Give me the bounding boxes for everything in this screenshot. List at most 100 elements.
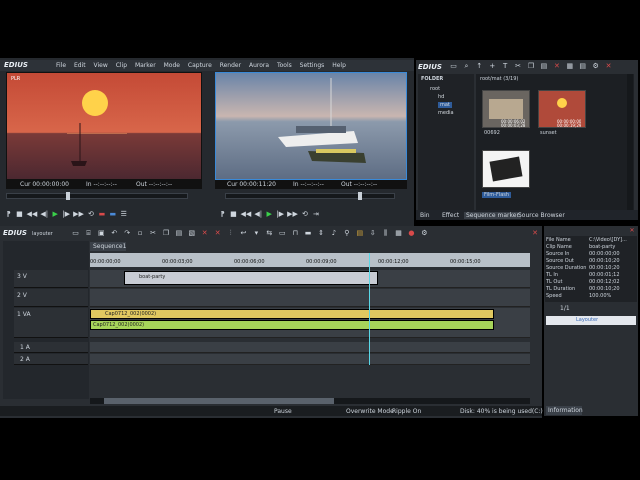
mic-icon[interactable]: ⚲ (341, 229, 352, 238)
track-2a[interactable]: 2 A (14, 354, 88, 365)
lane-2a[interactable] (90, 354, 530, 365)
sequence-tab[interactable]: Sequence1 (90, 242, 126, 251)
tab-sequence-marker[interactable]: Sequence marker (464, 212, 521, 219)
rec-stop-icon[interactable]: ■ (229, 210, 238, 219)
rec-play-icon[interactable]: ▶ (265, 210, 274, 219)
layer-item[interactable]: Layouter (546, 316, 636, 325)
menu-marker[interactable]: Marker (135, 62, 156, 69)
properties-icon[interactable]: ▦ (564, 62, 575, 71)
grid-icon[interactable]: ▦ (393, 229, 404, 238)
recorder-scrub-bar[interactable] (225, 193, 395, 199)
copy-tool-icon[interactable]: ❐ (160, 229, 171, 238)
clip-thumb-00692[interactable]: 00:00:06;02 00:00:03;28 (482, 90, 530, 128)
menu-capture[interactable]: Capture (188, 62, 212, 69)
title-icon[interactable]: T (500, 62, 511, 71)
group-icon[interactable]: ▭ (277, 229, 288, 238)
step-forward-icon[interactable]: |▶ (62, 210, 71, 219)
layout-icon[interactable]: ▬ (303, 229, 314, 238)
mode-icon[interactable]: ↩ (238, 229, 249, 238)
save-icon[interactable]: ▣ (96, 229, 107, 238)
menu-clip[interactable]: Clip (116, 62, 127, 69)
transition-icon[interactable]: ⇕ (316, 229, 327, 238)
rec-loop-icon[interactable]: ⟲ (300, 210, 309, 219)
export-icon[interactable]: ⇩ (367, 229, 378, 238)
split-icon[interactable]: ⫶ (225, 229, 236, 238)
timeline-close-icon[interactable]: ✕ (530, 229, 540, 239)
video-clip[interactable]: Cap0712_002(0002) (90, 309, 494, 319)
track-1va[interactable]: 1 VA (14, 308, 88, 338)
mixer-icon[interactable]: ⫼ (380, 229, 391, 238)
new-sequence-icon[interactable]: ▭ (70, 229, 81, 238)
folder-icon[interactable]: ▭ (448, 62, 459, 71)
record-icon[interactable]: ● (406, 229, 417, 238)
title-clip[interactable]: boat-party (124, 271, 378, 285)
timeline-ruler[interactable]: 00:00:00;00 00:00:03;00 00:00:06;00 00:0… (90, 253, 530, 267)
rec-fast-forward-icon[interactable]: ▶▶ (287, 210, 299, 219)
fast-forward-icon[interactable]: ▶▶ (73, 210, 85, 219)
player-scrub-bar[interactable] (6, 193, 188, 199)
sync-icon[interactable]: ⇆ (264, 229, 275, 238)
set-in-icon[interactable]: ⁋ (4, 210, 13, 219)
playhead[interactable] (369, 253, 370, 365)
loop-icon[interactable]: ⟲ (86, 210, 95, 219)
add-clip-icon[interactable]: + (487, 62, 498, 71)
bin-scrollbar[interactable] (627, 74, 633, 210)
player-monitor[interactable]: PLR (6, 72, 202, 180)
tab-effect[interactable]: Effect (442, 212, 459, 219)
lane-2v[interactable] (90, 289, 530, 307)
paste-tool-icon[interactable]: ▤ (173, 229, 184, 238)
menu-tools[interactable]: Tools (277, 62, 292, 69)
lane-1a[interactable] (90, 342, 530, 353)
track-3v[interactable]: 3 V (14, 270, 88, 288)
menu-icon[interactable]: ☰ (119, 210, 128, 219)
rec-set-in-icon[interactable]: ⁋ (218, 210, 227, 219)
up-icon[interactable]: ↑ (474, 62, 485, 71)
menu-settings[interactable]: Settings (300, 62, 325, 69)
trim-icon[interactable]: ✕ (199, 229, 210, 238)
player-scrub-handle[interactable] (66, 192, 70, 200)
play-icon[interactable]: ▶ (51, 210, 60, 219)
menu-file[interactable]: File (56, 62, 66, 69)
menu-aurora[interactable]: Aurora (249, 62, 269, 69)
render-icon[interactable]: ▤ (354, 229, 365, 238)
tree-root[interactable]: root (430, 86, 440, 92)
menu-edit[interactable]: Edit (74, 62, 86, 69)
delete-tool-icon[interactable]: ▧ (186, 229, 197, 238)
tree-mat[interactable]: mat (438, 102, 452, 108)
menu-render[interactable]: Render (220, 62, 241, 69)
timeline-scrollbar[interactable] (90, 398, 530, 404)
timeline-scroll-thumb[interactable] (104, 398, 334, 404)
snap-icon[interactable]: ⊓ (290, 229, 301, 238)
redo-icon[interactable]: ↷ (122, 229, 133, 238)
rewind-icon[interactable]: ◀◀ (26, 210, 38, 219)
search-icon[interactable]: ⌕ (461, 62, 472, 71)
audio-icon[interactable]: ♪ (328, 229, 339, 238)
overwrite-icon[interactable]: ▬ (108, 210, 117, 219)
track-1a[interactable]: 1 A (14, 342, 88, 353)
recorder-monitor[interactable] (215, 72, 407, 180)
rec-step-back-icon[interactable]: ◀| (254, 210, 263, 219)
menu-help[interactable]: Help (332, 62, 346, 69)
menu-view[interactable]: View (94, 62, 108, 69)
audio-clip[interactable]: Cap0712_002(0002) (90, 320, 494, 330)
open-icon[interactable]: ⌸ (83, 229, 94, 238)
information-tab[interactable]: Information (546, 406, 583, 415)
copy-icon[interactable]: ❐ (526, 62, 537, 71)
settings-icon[interactable]: ⚙ (590, 62, 601, 71)
rec-export-icon[interactable]: ⇥ (311, 210, 320, 219)
clip-thumb-sunset[interactable]: 00:00:00;00 00:00:19;29 (538, 90, 586, 128)
paste-icon[interactable]: ▤ (538, 62, 549, 71)
insert-icon[interactable]: ▬ (97, 210, 106, 219)
tab-source-browser[interactable]: Source Browser (518, 212, 565, 219)
tree-media[interactable]: media (438, 110, 454, 116)
delete-icon[interactable]: ✕ (551, 62, 562, 71)
step-back-icon[interactable]: ◀| (40, 210, 49, 219)
blank-icon[interactable]: ▫ (135, 229, 146, 238)
recorder-scrub-handle[interactable] (358, 192, 362, 200)
ripple-delete-icon[interactable]: ✕ (212, 229, 223, 238)
stop-icon[interactable]: ■ (15, 210, 24, 219)
tree-hd[interactable]: hd (438, 94, 444, 100)
clip-thumb-film-flash[interactable] (482, 150, 530, 188)
timeline-settings-icon[interactable]: ⚙ (419, 229, 430, 238)
rec-step-forward-icon[interactable]: |▶ (276, 210, 285, 219)
